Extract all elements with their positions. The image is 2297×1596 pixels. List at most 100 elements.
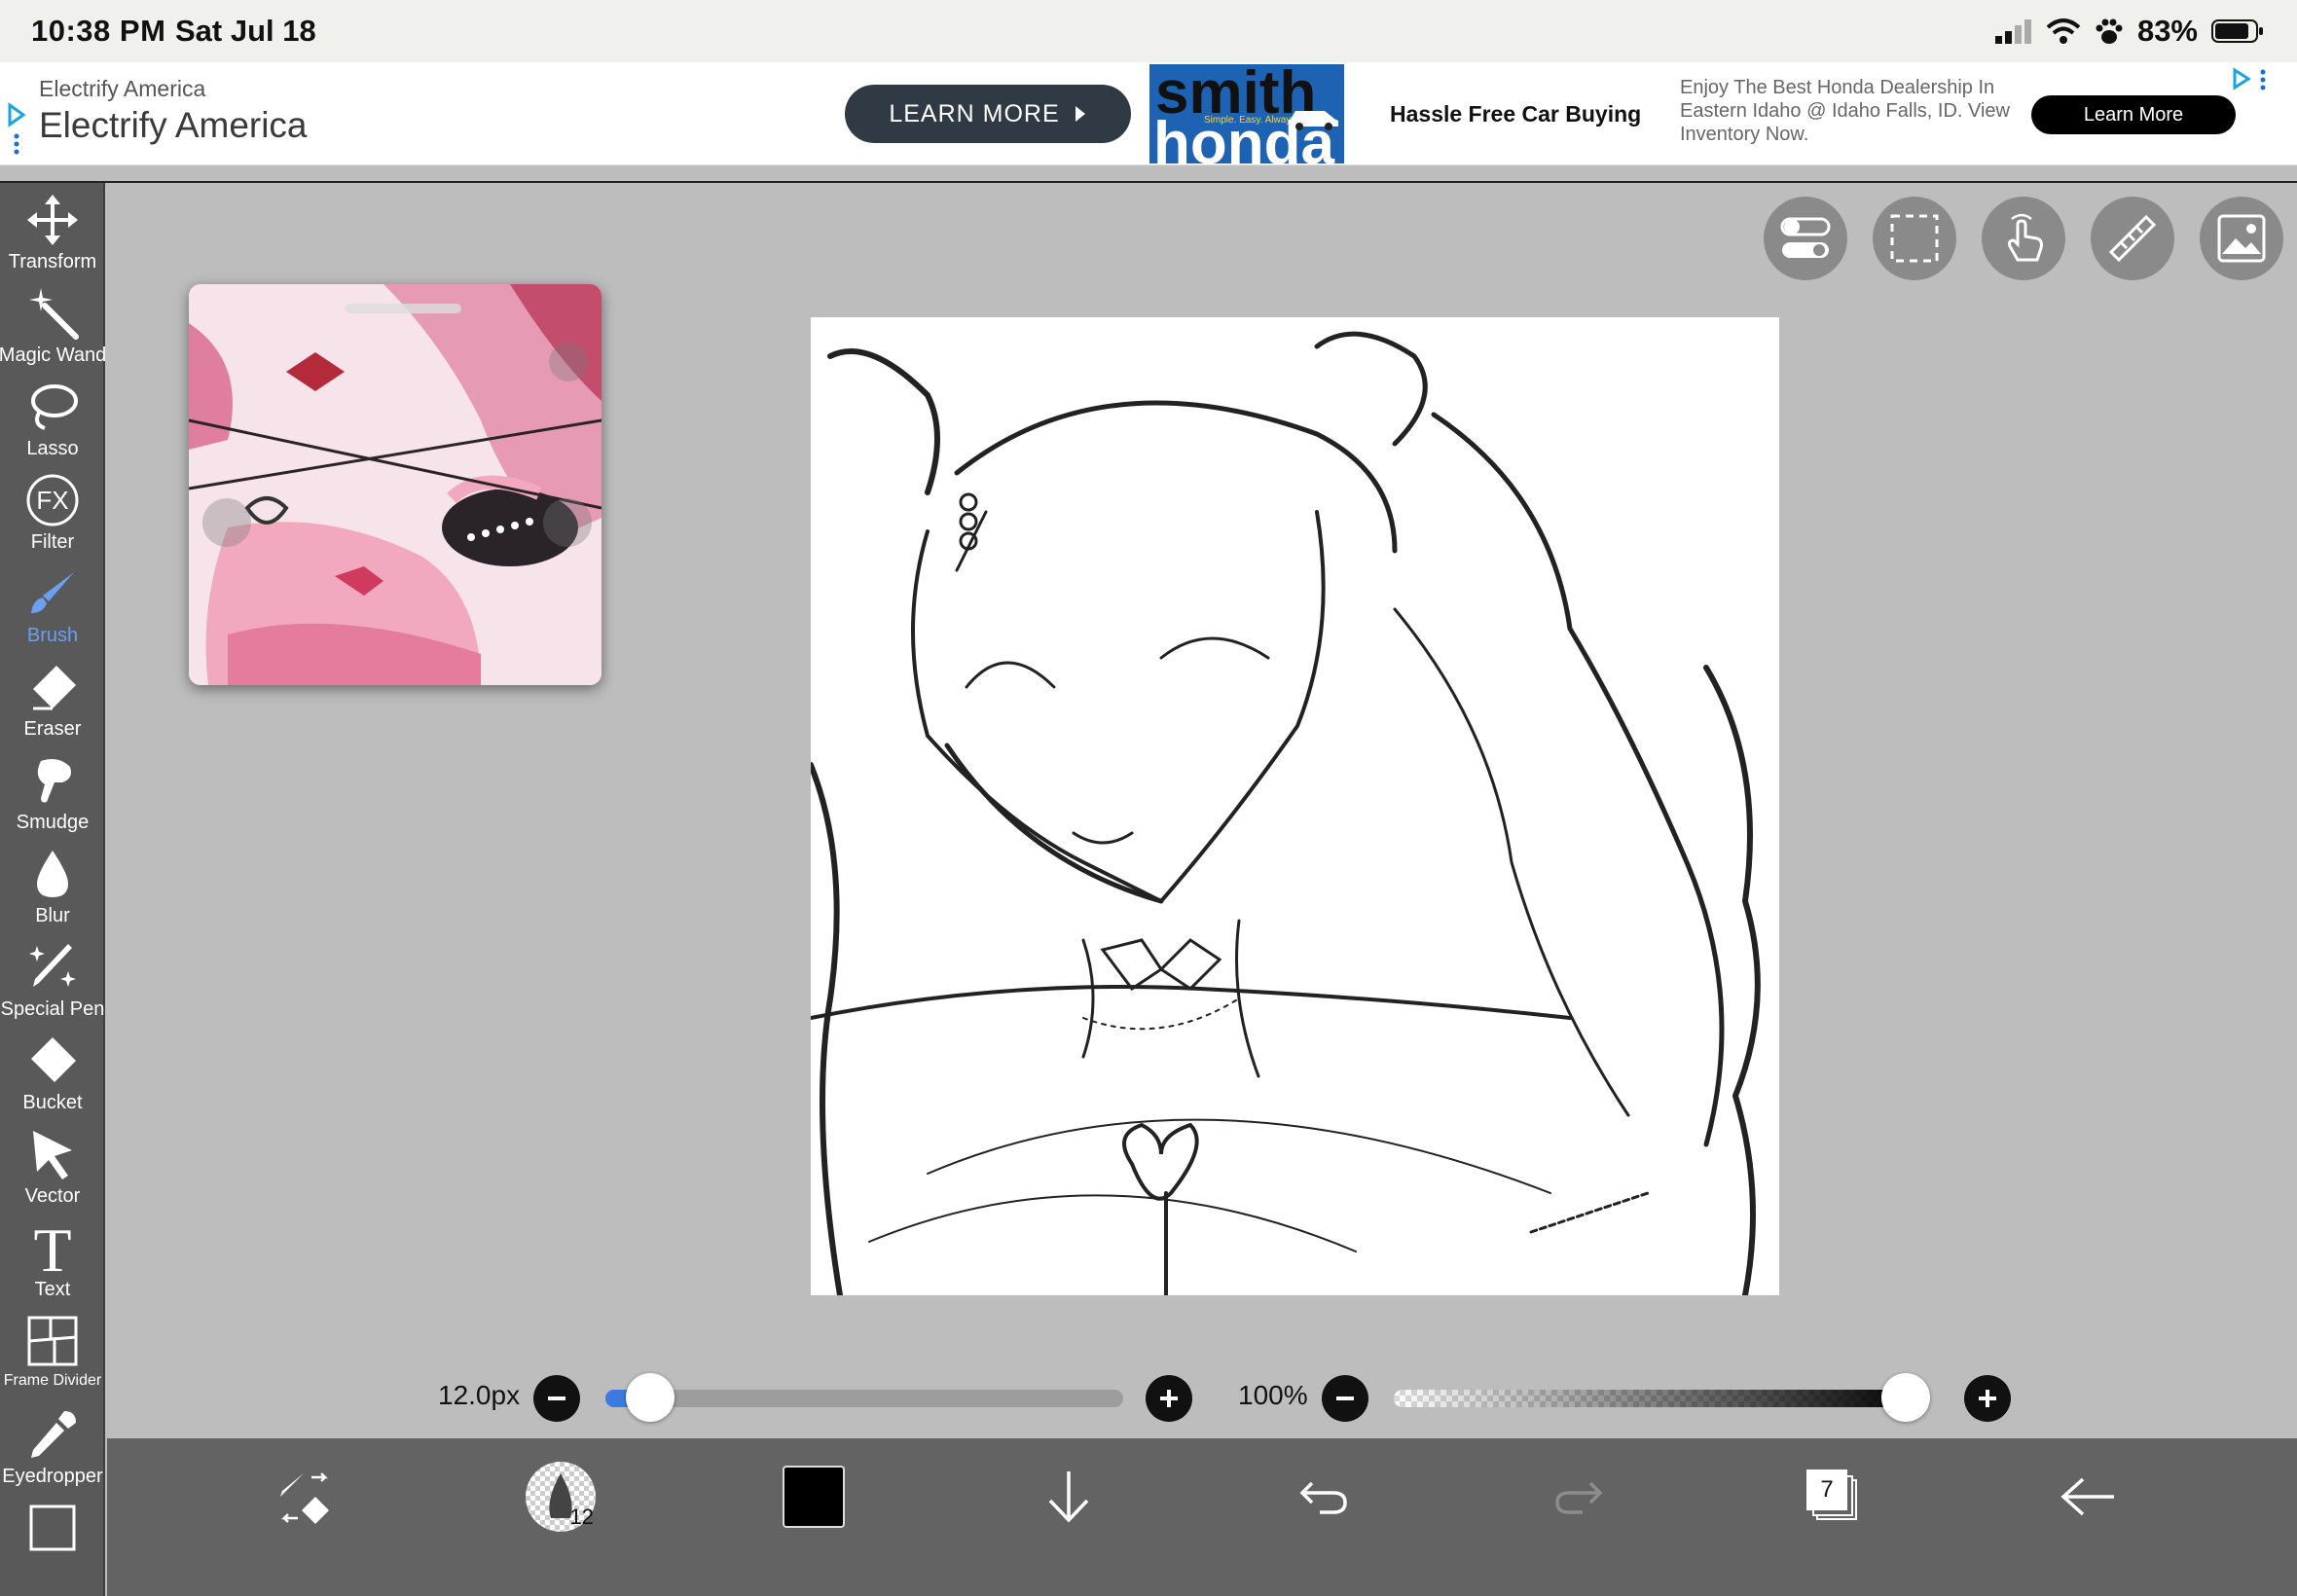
sketch-artwork [811,317,1779,1295]
ruler-button[interactable] [2091,197,2174,280]
status-date: Sat Jul 18 [175,14,316,48]
undo-icon [1299,1481,1347,1514]
dashed-selection-icon [1890,214,1939,263]
paw-icon [2096,18,2123,44]
lasso-icon [31,384,78,430]
svg-text:T: T [33,1218,71,1277]
tool-bucket[interactable]: Bucket [0,1032,105,1125]
tool-vector[interactable]: Vector [0,1125,105,1218]
ad-advertiser-title[interactable]: Electrify America [39,105,308,146]
toggle-panel-button[interactable] [1764,197,1847,280]
arrow-left-icon [2060,1477,2114,1516]
drawing-canvas[interactable] [811,317,1779,1295]
battery-percent: 83% [2136,14,2198,48]
tool-eraser[interactable]: Eraser [0,658,105,751]
tool-label: Smudge [16,812,90,833]
ad-choices-icon[interactable] [6,101,27,160]
move-arrows-icon [27,195,78,245]
brush-eraser-swap-button[interactable] [267,1458,345,1536]
layer-count: 7 [1820,1476,1834,1503]
tool-sidebar: Transform Magic Wand Lasso FX Filter Bru… [0,183,106,1596]
ad-learn-more-button[interactable]: LEARN MORE [845,85,1131,143]
material-button[interactable] [2200,197,2283,280]
frame-icon [29,1505,76,1551]
brush-preview-number: 12 [569,1505,594,1529]
magic-wand-icon [29,288,79,340]
minus-icon [1336,1396,1354,1400]
ad-advertiser-small[interactable]: Electrify America [39,76,205,102]
tool-label: Vector [24,1185,81,1207]
ruler-icon [2108,214,2157,263]
tool-label: Text [34,1279,71,1300]
tool-label: Brush [26,625,79,646]
opacity-decrease-button[interactable] [1322,1375,1368,1422]
tool-magic-wand[interactable]: Magic Wand [0,284,106,378]
reference-close-button[interactable] [549,343,588,381]
ad-headline[interactable]: Hassle Free Car Buying [1390,101,1641,127]
tool-transform[interactable]: Transform [0,191,105,284]
tool-frame-divider[interactable]: Frame Divider [0,1312,105,1405]
arrow-down-icon [1048,1471,1089,1523]
ad-info-icon[interactable] [2231,66,2270,95]
tool-label: Special Pen [0,998,105,1020]
brush-size-slider[interactable] [605,1390,1123,1407]
ad-learn-more-label: LEARN MORE [889,99,1060,127]
tool-label: Eraser [23,718,82,740]
tool-label: Transform [8,251,97,272]
brush-eraser-swap-icon [280,1472,329,1524]
brush-preview-button[interactable]: 12 [522,1458,600,1536]
current-color-swatch [783,1466,845,1528]
status-time: 10:38 PM [31,14,166,48]
battery-icon [2211,19,2263,43]
bottom-toolbar: 12 7 [107,1438,2297,1596]
brush-size-slider-knob[interactable] [625,1373,675,1422]
tool-text[interactable]: T Text [0,1218,105,1312]
tool-lasso[interactable]: Lasso [0,378,105,471]
save-down-button[interactable] [1030,1458,1108,1536]
dealer-logo[interactable]: smith Simple. Easy. Always. honda [1149,64,1344,163]
back-button[interactable] [2050,1458,2128,1536]
redo-button[interactable] [1540,1458,1618,1536]
brush-size-decrease-button[interactable] [533,1375,580,1422]
play-triangle-icon [1075,106,1085,122]
hand-touch-icon [2008,213,2043,262]
layers-button[interactable]: 7 [1795,1458,1873,1536]
tool-brush[interactable]: Brush [0,564,105,658]
opacity-slider-knob[interactable] [1881,1373,1930,1422]
opacity-increase-button[interactable] [1964,1375,2011,1422]
svg-text:FX: FX [36,486,68,515]
reference-prev-button[interactable] [202,498,251,547]
touch-gesture-button[interactable] [1982,197,2065,280]
eyedropper-icon [31,1411,76,1458]
opacity-slider[interactable] [1394,1390,1919,1407]
brush-size-increase-button[interactable] [1146,1375,1192,1422]
brush-icon [31,572,74,613]
undo-button[interactable] [1285,1458,1363,1536]
ad-learn-more-button-2[interactable]: Learn More [2031,95,2236,134]
tool-filter[interactable]: FX Filter [0,471,105,564]
tool-special-pen[interactable]: Special Pen [0,938,105,1032]
frame-divider-icon [27,1316,78,1366]
brush-size-value: 12.0px [438,1380,521,1410]
ad-body[interactable]: Enjoy The Best Honda Dealership In Easte… [1680,76,2011,146]
ad-banner[interactable]: Electrify America Electrify America LEAR… [0,62,2297,165]
reference-next-button[interactable] [543,498,592,547]
text-t-icon: T [33,1218,71,1277]
tool-label: Frame Divider [3,1372,102,1389]
tool-eyedropper[interactable]: Eyedropper [0,1405,105,1499]
tool-blur[interactable]: Blur [0,845,105,938]
smudge-icon [37,759,71,803]
plus-icon [1160,1390,1178,1407]
bucket-icon [31,1037,76,1082]
status-right: 83% [1993,12,2264,51]
tool-more[interactable] [0,1499,105,1592]
color-picker-button[interactable] [775,1458,853,1536]
redo-icon [1555,1481,1603,1514]
layers-icon: 7 [1806,1469,1861,1524]
tool-smudge[interactable]: Smudge [0,751,105,845]
reference-image-window[interactable] [189,284,602,685]
selection-button[interactable] [1873,197,1956,280]
tool-label: Bucket [22,1092,83,1113]
ad-divider [0,181,2297,183]
tool-label: Blur [35,905,70,926]
